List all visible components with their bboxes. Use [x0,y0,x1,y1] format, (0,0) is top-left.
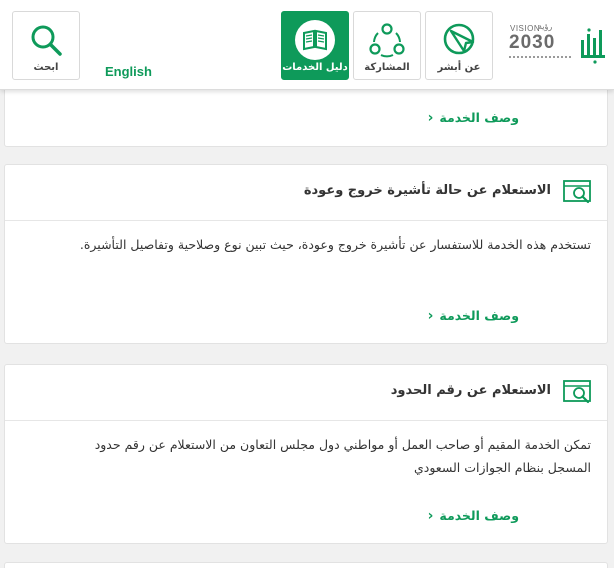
search-document-icon [563,179,593,209]
nav-participation-label: المشاركة [364,62,410,73]
service-description-link-label: وصف الخدمة [439,110,519,125]
vision-logo-arabic: رؤية [538,22,553,31]
search-button[interactable]: ابحث [12,11,80,80]
card-title: الاستعلام عن رقم الحدود [390,383,551,398]
nav-about-absher[interactable]: عن أبشر [425,11,493,80]
card-description: تستخدم هذه الخدمة للاستفسار عن تأشيرة خر… [79,237,591,252]
service-description-link[interactable]: وصف الخدمة ‹ [419,110,519,126]
card-description: تمكن الخدمة المقيم أو صاحب العمل أو مواط… [94,437,591,475]
service-card [4,562,608,568]
search-icon [13,18,79,62]
service-description-link[interactable]: وصف الخدمة ‹ [419,508,519,524]
card-header: الاستعلام عن حالة تأشيرة خروج وعودة [5,165,607,221]
service-description-link[interactable]: وصف الخدمة ‹ [419,308,519,324]
people-share-icon [354,18,420,62]
nav-services-guide-label: دليل الخدمات [282,62,348,73]
nav-participation[interactable]: المشاركة [353,11,421,80]
book-icon [282,18,348,62]
service-description-link-label: وصف الخدمة [439,508,519,523]
service-card: الاستعلام عن حالة تأشيرة خروج وعودة تستخ… [4,164,608,344]
chevron-left-icon: ‹ [427,110,434,126]
service-description-link-label: وصف الخدمة [439,308,519,323]
absher-logo [580,26,608,68]
chevron-left-icon: ‹ [427,508,434,524]
card-title: الاستعلام عن حالة تأشيرة خروج وعودة [303,183,551,198]
vision-logo-year: 2030 [509,32,556,53]
nav-services-guide[interactable]: دليل الخدمات [281,11,349,80]
vision-logo-tagline [509,56,571,62]
language-switch-link[interactable]: English [105,64,152,79]
nav-about-absher-label: عن أبشر [437,62,481,73]
top-header: ابحث English دليل الخدمات المشاركة عن أب… [0,0,614,90]
service-card: الاستعلام عن رقم الحدود تمكن الخدمة المق… [4,364,608,544]
search-document-icon [563,379,593,409]
card-header: الاستعلام عن رقم الحدود [5,365,607,421]
search-button-label: ابحث [33,62,59,73]
absher-mark-icon [426,18,492,62]
chevron-left-icon: ‹ [427,308,434,324]
vision-2030-logo: VISION رؤية 2030 [506,20,610,72]
